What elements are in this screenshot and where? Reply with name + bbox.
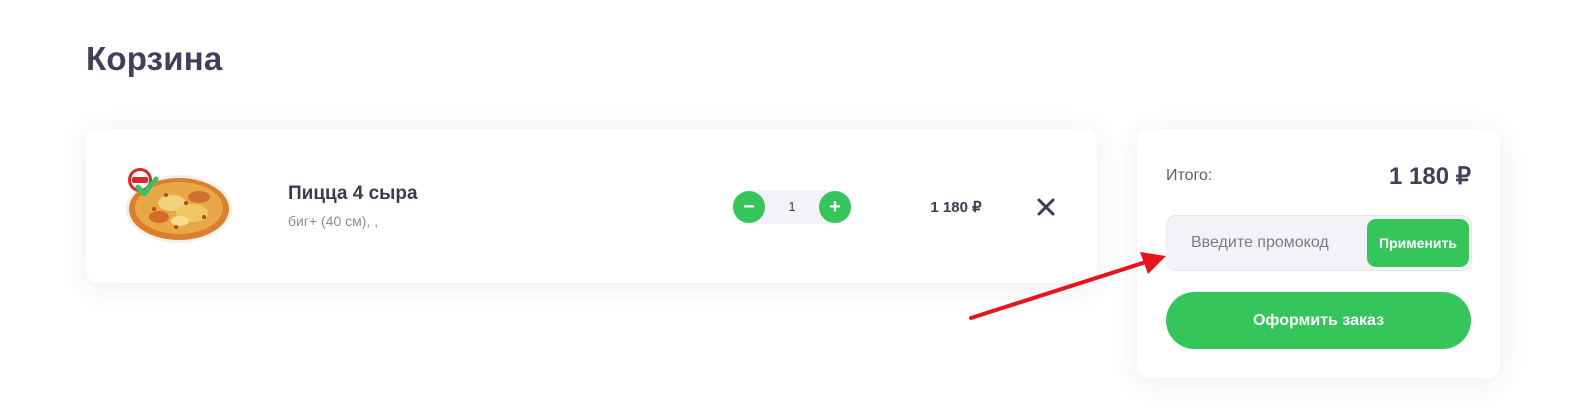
minus-icon: − bbox=[743, 196, 755, 218]
total-label: Итого: bbox=[1166, 167, 1213, 184]
checkout-button[interactable]: Оформить заказ bbox=[1166, 292, 1471, 349]
promo-code-form: Применить bbox=[1166, 215, 1472, 271]
promo-code-input[interactable] bbox=[1167, 216, 1363, 270]
close-icon bbox=[1037, 198, 1055, 216]
plus-icon: + bbox=[829, 196, 841, 218]
cart-item-card: Пицца 4 сыра биг+ (40 см), , − 1 + 1 180… bbox=[86, 129, 1097, 283]
total-value: 1 180 ₽ bbox=[1389, 163, 1471, 190]
order-summary-card: Итого: 1 180 ₽ Применить Оформить заказ bbox=[1137, 129, 1500, 378]
annotation-arrow-icon bbox=[969, 252, 1166, 320]
product-description: биг+ (40 см), , bbox=[288, 213, 379, 229]
quantity-value: 1 bbox=[788, 199, 796, 214]
quantity-decrease-button[interactable]: − bbox=[733, 191, 765, 223]
apply-promo-button[interactable]: Применить bbox=[1367, 219, 1469, 267]
quantity-stepper: − 1 + bbox=[732, 190, 852, 224]
page-title: Корзина bbox=[86, 40, 223, 77]
pizza-image[interactable] bbox=[124, 167, 234, 247]
cart-page: Корзина Пицца 4 сыра биг+ (40 см), , − 1… bbox=[0, 0, 1596, 412]
product-name[interactable]: Пицца 4 сыра bbox=[288, 183, 418, 205]
item-price: 1 180 ₽ bbox=[930, 199, 982, 216]
remove-item-button[interactable] bbox=[1032, 193, 1060, 221]
quantity-increase-button[interactable]: + bbox=[819, 191, 851, 223]
